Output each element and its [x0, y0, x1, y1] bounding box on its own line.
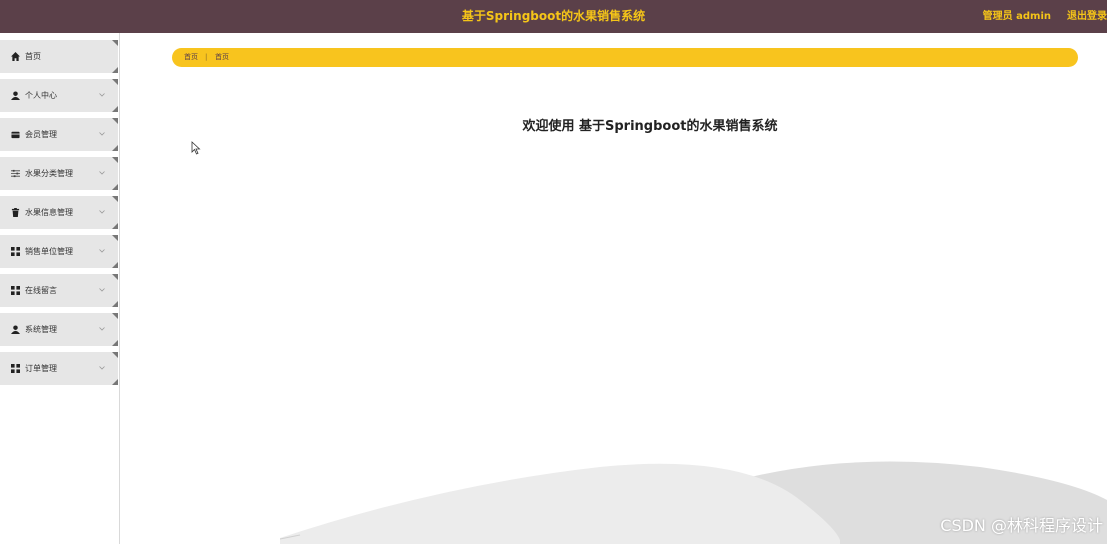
sidebar: 首页 个人中心 会员管理 水果分类管理 水果信息管理 销售单位管理 在线留言 系…: [0, 33, 120, 544]
chevron-down-icon: [99, 288, 105, 292]
grid-icon: [11, 286, 20, 295]
mouse-cursor-icon: [191, 141, 201, 155]
sidebar-item-label: 首页: [25, 52, 41, 61]
sidebar-item-label: 订单管理: [25, 364, 57, 373]
logout-link[interactable]: 退出登录: [1067, 0, 1107, 33]
card-icon: [11, 130, 20, 139]
chevron-down-icon: [99, 171, 105, 175]
sidebar-item-fruit-category[interactable]: 水果分类管理: [0, 157, 118, 190]
sidebar-item-member-management[interactable]: 会员管理: [0, 118, 118, 151]
app-title: 基于Springboot的水果销售系统: [461, 9, 646, 23]
sidebar-item-label: 在线留言: [25, 286, 57, 295]
sidebar-item-personal-center[interactable]: 个人中心: [0, 79, 118, 112]
trash-icon: [11, 208, 20, 217]
chevron-down-icon: [99, 366, 105, 370]
current-user: 管理员 admin: [982, 11, 1051, 22]
home-icon: [11, 52, 20, 61]
welcome-heading: 欢迎使用 基于Springboot的水果销售系统: [522, 119, 778, 134]
chevron-down-icon: [99, 132, 105, 136]
sidebar-item-label: 水果信息管理: [25, 208, 73, 217]
top-bar: 基于Springboot的水果销售系统 管理员 admin 退出登录: [0, 0, 1107, 33]
sidebar-item-label: 会员管理: [25, 130, 57, 139]
sidebar-item-fruit-info[interactable]: 水果信息管理: [0, 196, 118, 229]
chevron-down-icon: [99, 249, 105, 253]
sidebar-item-label: 水果分类管理: [25, 169, 73, 178]
breadcrumb-home-link[interactable]: 首页: [184, 48, 198, 67]
sliders-icon: [11, 169, 20, 178]
sidebar-item-label: 个人中心: [25, 91, 57, 100]
chevron-down-icon: [99, 327, 105, 331]
sidebar-item-label: 系统管理: [25, 325, 57, 334]
sidebar-item-order-management[interactable]: 订单管理: [0, 352, 118, 385]
grid-icon: [11, 247, 20, 256]
user-icon: [11, 91, 20, 100]
sidebar-item-online-message[interactable]: 在线留言: [0, 274, 118, 307]
grid-icon: [11, 364, 20, 373]
sidebar-item-system-management[interactable]: 系统管理: [0, 313, 118, 346]
watermark: CSDN @林科程序设计: [940, 516, 1103, 535]
breadcrumb-current: 首页: [215, 53, 229, 61]
sidebar-item-label: 销售单位管理: [25, 247, 73, 256]
sidebar-item-sales-unit[interactable]: 销售单位管理: [0, 235, 118, 268]
user-icon: [11, 325, 20, 334]
chevron-down-icon: [99, 93, 105, 97]
chevron-down-icon: [99, 210, 105, 214]
breadcrumb-separator: |: [205, 53, 208, 61]
sidebar-item-home[interactable]: 首页: [0, 40, 118, 73]
breadcrumb: 首页 | 首页: [172, 48, 1078, 67]
